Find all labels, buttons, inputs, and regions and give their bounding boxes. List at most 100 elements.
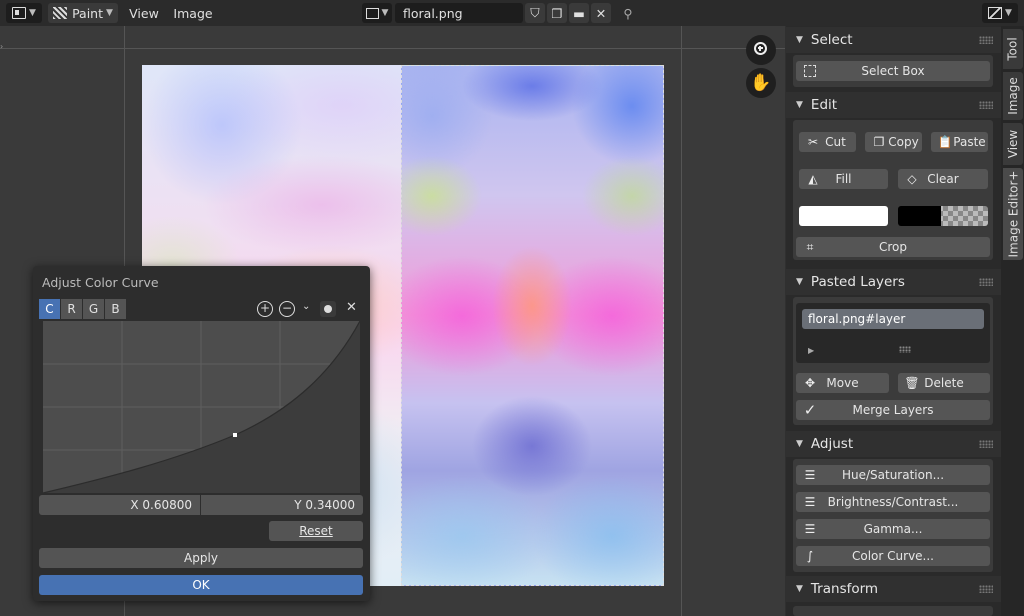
panel-adjust-body: ☰ Hue/Saturation... ☰ Brightness/Contrast.…: [793, 459, 993, 572]
close-icon[interactable]: ✕: [346, 300, 357, 315]
editor-type-button[interactable]: ▼: [6, 3, 42, 23]
paste-icon: 📋: [937, 135, 953, 149]
secondary-color-swatch[interactable]: [898, 206, 988, 226]
open-folder-icon[interactable]: ▬: [569, 3, 589, 23]
eraser-icon: ◇: [907, 172, 917, 186]
button-label: Brightness/Contrast...: [827, 495, 959, 509]
layer-list: floral.png#layer ▶: [796, 303, 990, 363]
zoom-in-icon[interactable]: +: [257, 301, 273, 317]
duplicate-icon[interactable]: ❐: [547, 3, 567, 23]
select-box-button[interactable]: Select Box: [796, 61, 990, 81]
trash-icon: 🗑: [904, 376, 920, 390]
chevron-down-icon: ▼: [29, 8, 36, 18]
view-icon: [988, 7, 1003, 19]
ok-button[interactable]: OK: [39, 575, 363, 595]
zoom-icon[interactable]: [746, 35, 776, 65]
panel-expand-icon: ▼: [796, 439, 803, 449]
fill-button[interactable]: ◭ Fill: [799, 169, 888, 189]
pasted-layer-selection[interactable]: [401, 65, 664, 586]
brightness-contrast-button[interactable]: ☰ Brightness/Contrast...: [796, 492, 990, 512]
chevron-down-icon: ▼: [1005, 8, 1012, 18]
image-name-field[interactable]: floral.png: [395, 3, 523, 23]
button-label: Paste: [953, 135, 986, 149]
drag-grip-icon[interactable]: [979, 585, 993, 593]
record-point-icon[interactable]: [320, 301, 336, 317]
expand-arrow-icon[interactable]: ▶: [808, 346, 814, 355]
copy-button[interactable]: ❐ Copy: [865, 132, 922, 152]
fake-user-shield-icon[interactable]: ⛉: [525, 3, 545, 23]
merge-layers-button[interactable]: ✓ Merge Layers: [796, 400, 990, 420]
panel-edit-header[interactable]: ▼ Edit: [786, 92, 1001, 118]
button-label: Merge Layers: [852, 403, 934, 417]
image-editor-icon: [12, 7, 27, 19]
curve-x-field[interactable]: X 0.60800: [39, 495, 200, 515]
panel-adjust-header[interactable]: ▼ Adjust: [786, 431, 1001, 457]
close-icon[interactable]: ✕: [591, 3, 611, 23]
button-label: Cut: [825, 135, 846, 149]
chevron-down-icon: ▼: [106, 8, 113, 18]
paint-mode-icon: [53, 7, 68, 19]
pan-hand-icon[interactable]: ✋: [746, 68, 776, 98]
crop-icon: ⌗: [806, 239, 814, 254]
menu-view[interactable]: View: [126, 3, 162, 23]
gamma-button[interactable]: ☰ Gamma...: [796, 519, 990, 539]
resize-grip-icon[interactable]: [899, 346, 911, 353]
curve-y-field[interactable]: Y 0.34000: [201, 495, 363, 515]
curve-graph[interactable]: [43, 321, 360, 493]
adjust-color-curve-dialog: Adjust Color Curve C R G B + − ⌄ ✕ X 0.6…: [33, 266, 370, 601]
apply-button[interactable]: Apply: [39, 548, 363, 568]
tab-channel-b[interactable]: B: [105, 299, 126, 319]
reset-button[interactable]: Reset: [269, 521, 363, 541]
panel-expand-icon: ▼: [796, 584, 803, 594]
browse-image-button[interactable]: ▼: [362, 3, 392, 23]
pin-icon[interactable]: ⚲: [618, 3, 638, 23]
mode-label: Paint: [72, 5, 103, 21]
tab-channel-g[interactable]: G: [83, 299, 104, 319]
drag-grip-icon[interactable]: [979, 36, 993, 44]
sliders-icon: ☰: [804, 522, 816, 536]
tab-channel-r[interactable]: R: [61, 299, 82, 319]
grid-line: [0, 48, 785, 49]
panel-select-body: Select Box: [793, 55, 993, 87]
clear-button[interactable]: ◇ Clear: [898, 169, 988, 189]
drag-grip-icon[interactable]: [979, 440, 993, 448]
crop-button[interactable]: ⌗ Crop: [796, 237, 990, 257]
mode-dropdown[interactable]: Paint ▼: [48, 3, 118, 23]
chevron-down-icon[interactable]: ⌄: [302, 301, 310, 312]
tab-tool[interactable]: Tool: [1003, 29, 1023, 69]
primary-color-swatch[interactable]: [799, 206, 888, 226]
curve-control-point: [233, 433, 237, 437]
select-box-icon: [802, 63, 818, 79]
delete-button[interactable]: 🗑 Delete: [898, 373, 990, 393]
drag-grip-icon[interactable]: [979, 278, 993, 286]
color-curve-button[interactable]: ∫ Color Curve...: [796, 546, 990, 566]
button-label: Crop: [878, 240, 907, 254]
panel-title: Edit: [810, 97, 838, 113]
hue-saturation-button[interactable]: ☰ Hue/Saturation...: [796, 465, 990, 485]
paste-button[interactable]: 📋 Paste: [931, 132, 988, 152]
button-label: Fill: [835, 172, 852, 186]
sidebar-view-button[interactable]: ▼: [982, 3, 1018, 23]
drag-grip-icon[interactable]: [979, 101, 993, 109]
scissors-icon: ✂: [807, 135, 819, 149]
tab-channel-c[interactable]: C: [39, 299, 60, 319]
panel-pasted-layers-header[interactable]: ▼ Pasted Layers: [786, 269, 1001, 295]
editor-header: ▼ Paint ▼ View Image ▼ floral.png ⛉ ❐ ▬ ✕…: [0, 0, 1024, 26]
list-item[interactable]: floral.png#layer: [802, 309, 984, 329]
dialog-title: Adjust Color Curve: [42, 275, 159, 290]
panel-title: Pasted Layers: [810, 274, 905, 290]
panel-transform-header[interactable]: ▼ Transform: [786, 576, 1001, 602]
panel-expand-icon: ▼: [796, 277, 803, 287]
menu-image[interactable]: Image: [170, 3, 216, 23]
panel-expand-icon: ▼: [796, 100, 803, 110]
zoom-out-icon[interactable]: −: [279, 301, 295, 317]
tab-image[interactable]: Image: [1003, 72, 1023, 120]
tab-image-editor-plus[interactable]: Image Editor+: [1003, 168, 1023, 260]
sidebar-tabs: Tool Image View Image Editor+: [1001, 26, 1024, 616]
panel-select-header[interactable]: ▼ Select: [786, 27, 1001, 53]
tab-view[interactable]: View: [1003, 123, 1023, 165]
button-label: Color Curve...: [852, 549, 934, 563]
collapse-arrow-icon[interactable]: ›: [0, 42, 8, 54]
move-button[interactable]: ✥ Move: [796, 373, 889, 393]
cut-button[interactable]: ✂ Cut: [799, 132, 856, 152]
